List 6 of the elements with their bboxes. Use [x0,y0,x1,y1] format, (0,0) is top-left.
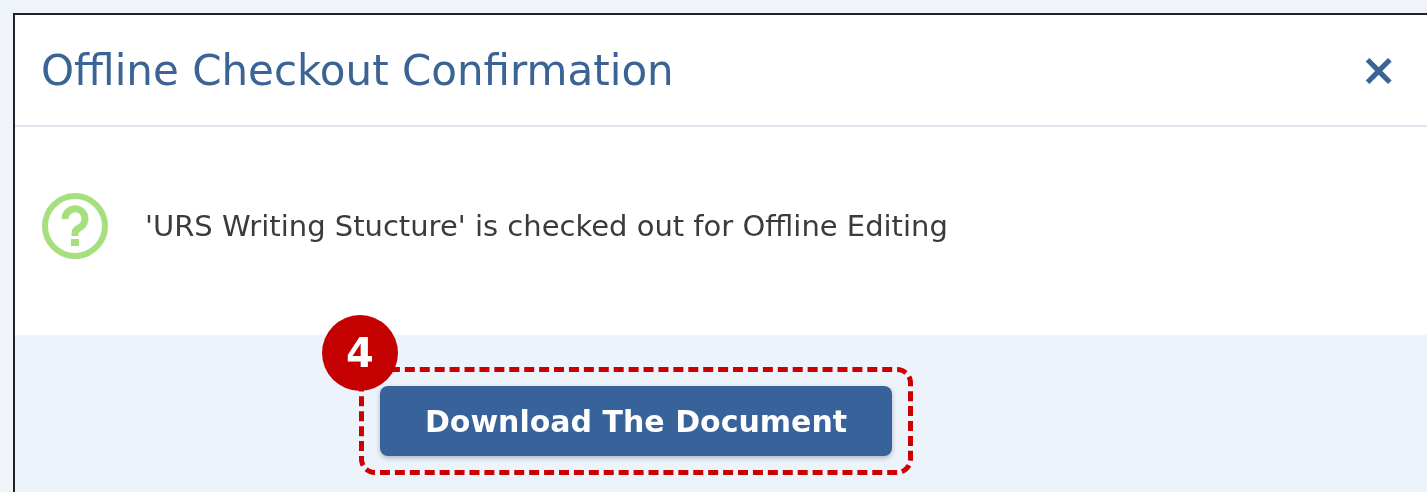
dialog-title: Offline Checkout Confirmation [41,45,674,95]
question-icon [41,192,109,260]
message-text: 'URS Writing Stucture' is checked out for Offline Editing [145,209,948,243]
step-badge: 4 [322,315,398,391]
close-button[interactable]: × [1360,48,1397,92]
download-button[interactable]: Download The Document [380,386,892,456]
